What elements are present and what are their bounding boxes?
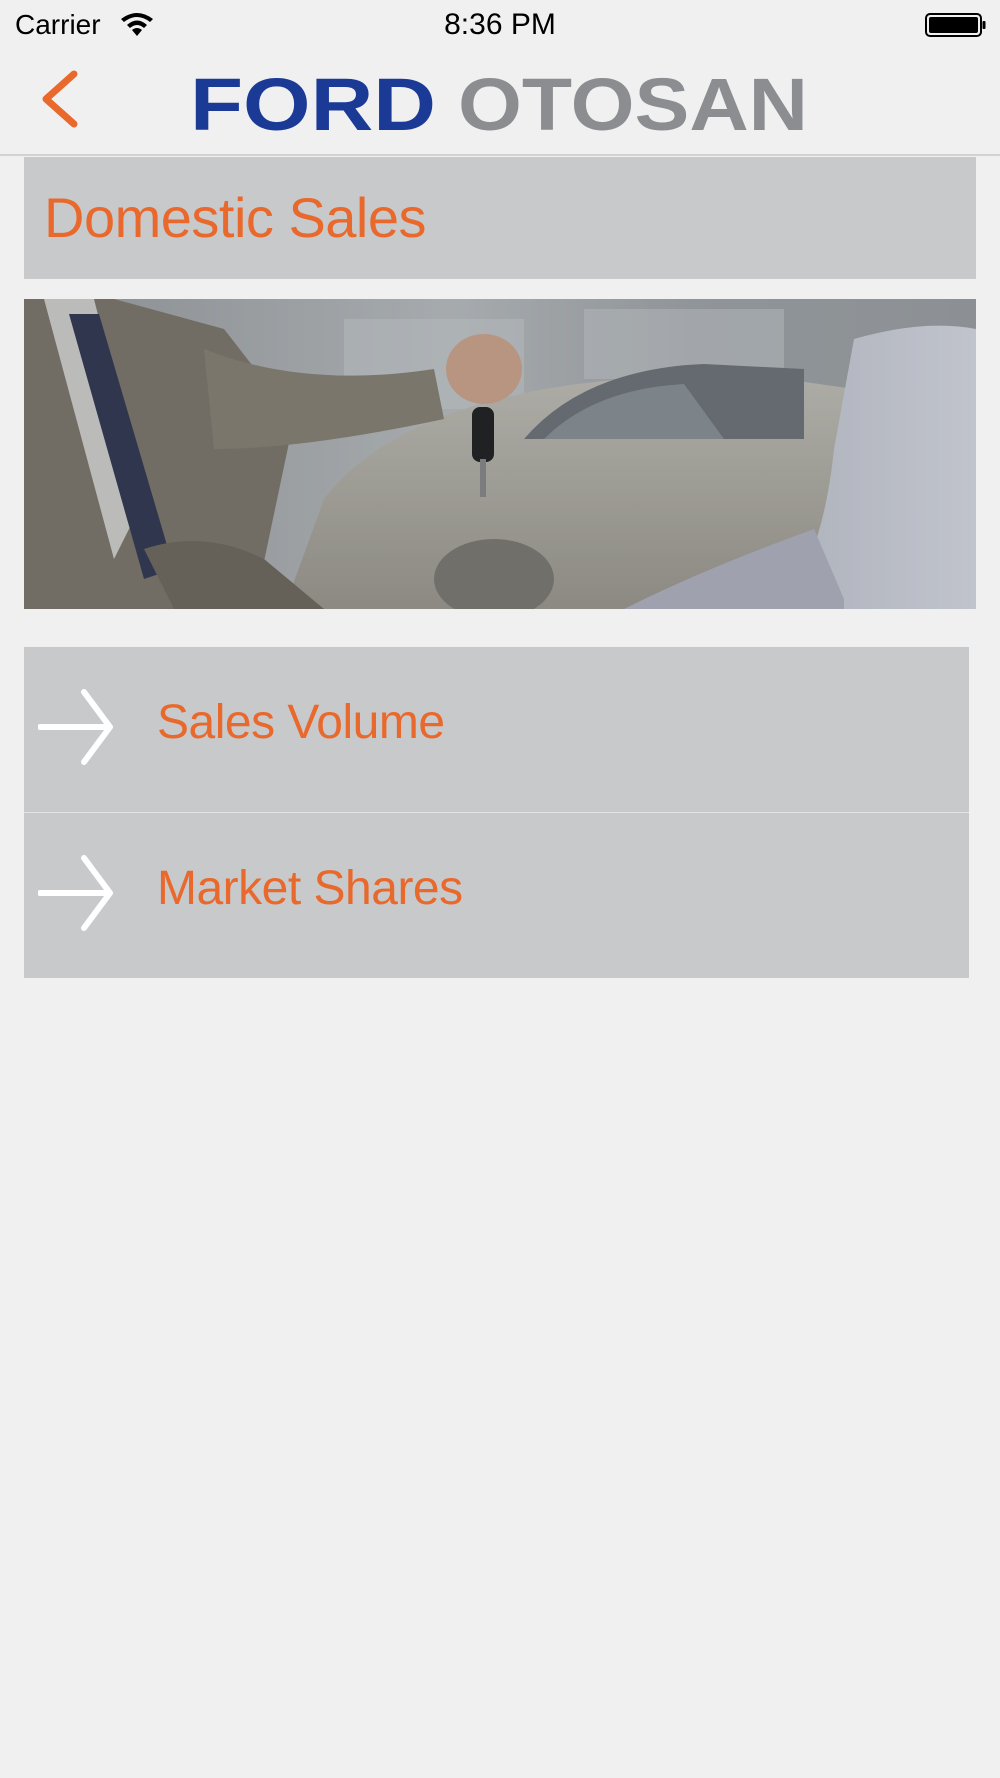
battery-icon — [925, 13, 986, 37]
svg-text:OTOSAN: OTOSAN — [458, 68, 808, 140]
menu-item-label: Sales Volume — [157, 696, 445, 749]
arrow-right-icon — [38, 855, 113, 931]
ford-otosan-logo: FORD OTOSAN — [190, 68, 808, 140]
svg-text:FORD: FORD — [190, 68, 436, 140]
status-bar: Carrier 8:36 PM — [0, 0, 1000, 50]
navigation-bar: FORD OTOSAN — [0, 50, 1000, 156]
menu-item-sales-volume[interactable]: Sales Volume — [24, 647, 969, 812]
status-time: 8:36 PM — [444, 8, 556, 41]
page-title: Domestic Sales — [44, 186, 427, 249]
menu-item-label: Market Shares — [157, 862, 463, 915]
back-button[interactable] — [26, 64, 96, 134]
arrow-right-icon — [38, 689, 113, 765]
hero-photo — [24, 299, 976, 609]
menu-list: Sales Volume Market Shares — [24, 647, 969, 978]
hero-image — [24, 299, 976, 609]
menu-item-market-shares[interactable]: Market Shares — [24, 812, 969, 978]
section-header: Domestic Sales — [24, 157, 976, 279]
chevron-left-icon — [42, 70, 78, 128]
